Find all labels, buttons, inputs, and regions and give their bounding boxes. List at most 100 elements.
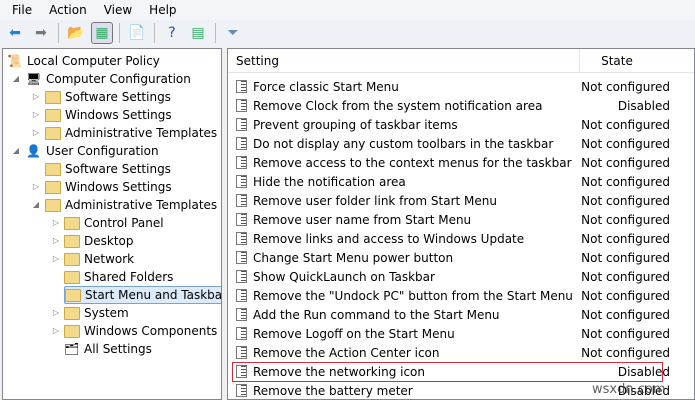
folder-icon <box>64 270 80 284</box>
tree-node[interactable]: Windows Components <box>64 322 217 340</box>
column-header-setting[interactable]: Setting <box>228 49 580 72</box>
menu-bar: File Action View Help <box>0 0 695 20</box>
table-row[interactable]: Remove links and access to Windows Updat… <box>228 229 694 248</box>
properties-pane-icon: ▤ <box>191 25 205 41</box>
tree-node-label: Control Panel <box>84 216 164 230</box>
up-folder-button[interactable]: 📂 <box>65 22 87 44</box>
tree-node[interactable]: Start Menu and Taskbar <box>64 286 221 304</box>
table-row[interactable]: Remove user name from Start Menu Not conf… <box>228 210 694 229</box>
setting-name: Prevent grouping of taskbar items <box>253 117 458 132</box>
help-button[interactable]: ? <box>161 22 183 44</box>
collapse-arrow-icon[interactable]: ◢ <box>11 74 21 83</box>
expand-arrow-icon[interactable]: ▷ <box>51 326 61 335</box>
tree-node[interactable]: Administrative Templates <box>45 124 217 142</box>
tree-node[interactable]: Administrative Templates <box>45 196 217 214</box>
expand-arrow-icon[interactable]: ▷ <box>31 92 41 101</box>
back-arrow-icon: ⬅ <box>9 25 21 41</box>
policy-setting-icon <box>236 80 247 93</box>
setting-state: Not configured <box>581 345 670 360</box>
setting-state: Not configured <box>581 136 670 151</box>
tree-pane[interactable]: 📜 Local Computer Policy ◢ 🖥 Computer Configu… <box>2 48 222 400</box>
filter-icon: ⏷ <box>227 25 239 41</box>
tree-node[interactable]: Windows Settings <box>45 178 172 196</box>
setting-state: Not configured <box>581 231 670 246</box>
filter-button[interactable]: ⏷ <box>222 22 244 44</box>
tree-node[interactable]: Shared Folders <box>64 268 173 286</box>
setting-state: Not configured <box>581 155 670 170</box>
expand-arrow-icon[interactable]: ▷ <box>31 110 41 119</box>
forward-arrow-icon: ➡ <box>35 25 47 41</box>
toolbar-separator <box>58 23 59 43</box>
folder-icon <box>64 324 80 338</box>
table-row[interactable]: Change Start Menu power button Not config… <box>228 248 694 267</box>
tree-node[interactable]: Control Panel <box>64 214 164 232</box>
table-row[interactable]: Add the Run command to the Start Menu Not… <box>228 305 694 324</box>
show-hide-tree-icon: ▦ <box>95 25 109 41</box>
setting-state: Not configured <box>581 79 670 94</box>
expand-arrow-icon[interactable]: ▷ <box>51 236 61 245</box>
policy-setting-icon <box>236 308 247 321</box>
toolbar: ⬅ ➡ 📂 ▦ 📄? ▤ ⏷ <box>0 20 695 46</box>
table-row[interactable]: Prevent grouping of taskbar items Not con… <box>228 115 694 134</box>
table-row[interactable]: Remove Logoff on the Start Menu Not confi… <box>228 324 694 343</box>
tree-node-label: Network <box>84 252 135 266</box>
table-row[interactable]: Remove access to the context menus for t… <box>228 153 694 172</box>
tree-node[interactable]: 👤 User Configuration <box>26 142 159 160</box>
tree-node-label: Computer Configuration <box>46 72 191 86</box>
setting-name: Change Start Menu power button <box>253 250 454 265</box>
policy-setting-icon <box>236 251 247 264</box>
tree-node-label: Local Computer Policy <box>27 54 160 68</box>
setting-name: Show QuickLaunch on Taskbar <box>253 269 435 284</box>
menu-help[interactable]: Help <box>137 3 183 17</box>
show-hide-tree-button[interactable]: ▦ <box>91 22 113 44</box>
table-row[interactable]: Hide the notification area Not configured <box>228 172 694 191</box>
table-row[interactable]: Remove Clock from the system notificatio… <box>228 96 694 115</box>
expand-arrow-icon[interactable]: ▷ <box>51 218 61 227</box>
tree-node[interactable]: Software Settings <box>45 88 171 106</box>
tree-node-label: System <box>84 306 129 320</box>
policy-setting-icon <box>236 232 247 245</box>
up-folder-icon: 📂 <box>67 25 85 41</box>
expand-arrow-icon[interactable]: ▷ <box>31 128 41 137</box>
tree-node[interactable]: 🖥 Computer Configuration <box>26 70 191 88</box>
back-arrow-button[interactable]: ⬅ <box>4 22 26 44</box>
tree-node[interactable]: 📜 Local Computer Policy <box>7 52 160 70</box>
tree-node[interactable]: 🗂 All Settings <box>64 340 152 358</box>
collapse-arrow-icon[interactable]: ◢ <box>31 200 41 209</box>
expand-arrow-icon[interactable]: ▷ <box>51 254 61 263</box>
expand-arrow-icon[interactable]: ▷ <box>51 308 61 317</box>
table-row[interactable]: Remove the Action Center icon Not configu… <box>228 343 694 362</box>
policy-setting-icon <box>236 346 247 359</box>
tree-node[interactable]: System <box>64 304 129 322</box>
toolbar-separator <box>154 23 155 43</box>
setting-state: Not configured <box>581 212 670 227</box>
tree-node-label: Windows Settings <box>65 180 172 194</box>
properties-pane-button[interactable]: ▤ <box>187 22 209 44</box>
table-row[interactable]: Do not display any custom toolbars in th… <box>228 134 694 153</box>
tree-node-label: Administrative Templates <box>65 198 218 212</box>
setting-state: Not configured <box>581 250 670 265</box>
tree-node[interactable]: Desktop <box>64 232 134 250</box>
table-row[interactable]: Show QuickLaunch on Taskbar Not configure… <box>228 267 694 286</box>
table-row[interactable]: Force classic Start Menu Not configured <box>228 77 694 96</box>
table-row[interactable]: Remove user folder link from Start Menu N… <box>228 191 694 210</box>
menu-file[interactable]: File <box>0 3 39 17</box>
list-header: Setting State <box>228 49 694 73</box>
toolbar-separator <box>215 23 216 43</box>
watermark: wsxdn.com <box>592 382 666 397</box>
settings-list-pane[interactable]: Setting State Force classic Start Menu No… <box>227 48 695 400</box>
setting-state: Not configured <box>581 117 670 132</box>
column-header-state[interactable]: State <box>580 54 694 68</box>
tree-node[interactable]: Network <box>64 250 134 268</box>
menu-action[interactable]: Action <box>37 3 94 17</box>
tree-node[interactable]: Windows Settings <box>45 106 172 124</box>
expand-arrow-icon[interactable]: ▷ <box>31 182 41 191</box>
export-list-button[interactable]: 📄 <box>126 22 148 44</box>
menu-view[interactable]: View <box>92 3 139 17</box>
tree-node[interactable]: Software Settings <box>45 160 171 178</box>
forward-arrow-button[interactable]: ➡ <box>30 22 52 44</box>
setting-name: Remove Clock from the system notificatio… <box>253 98 543 113</box>
setting-state: Not configured <box>581 193 670 208</box>
table-row[interactable]: Remove the "Undock PC" button from the S… <box>228 286 694 305</box>
collapse-arrow-icon[interactable]: ◢ <box>11 146 21 155</box>
